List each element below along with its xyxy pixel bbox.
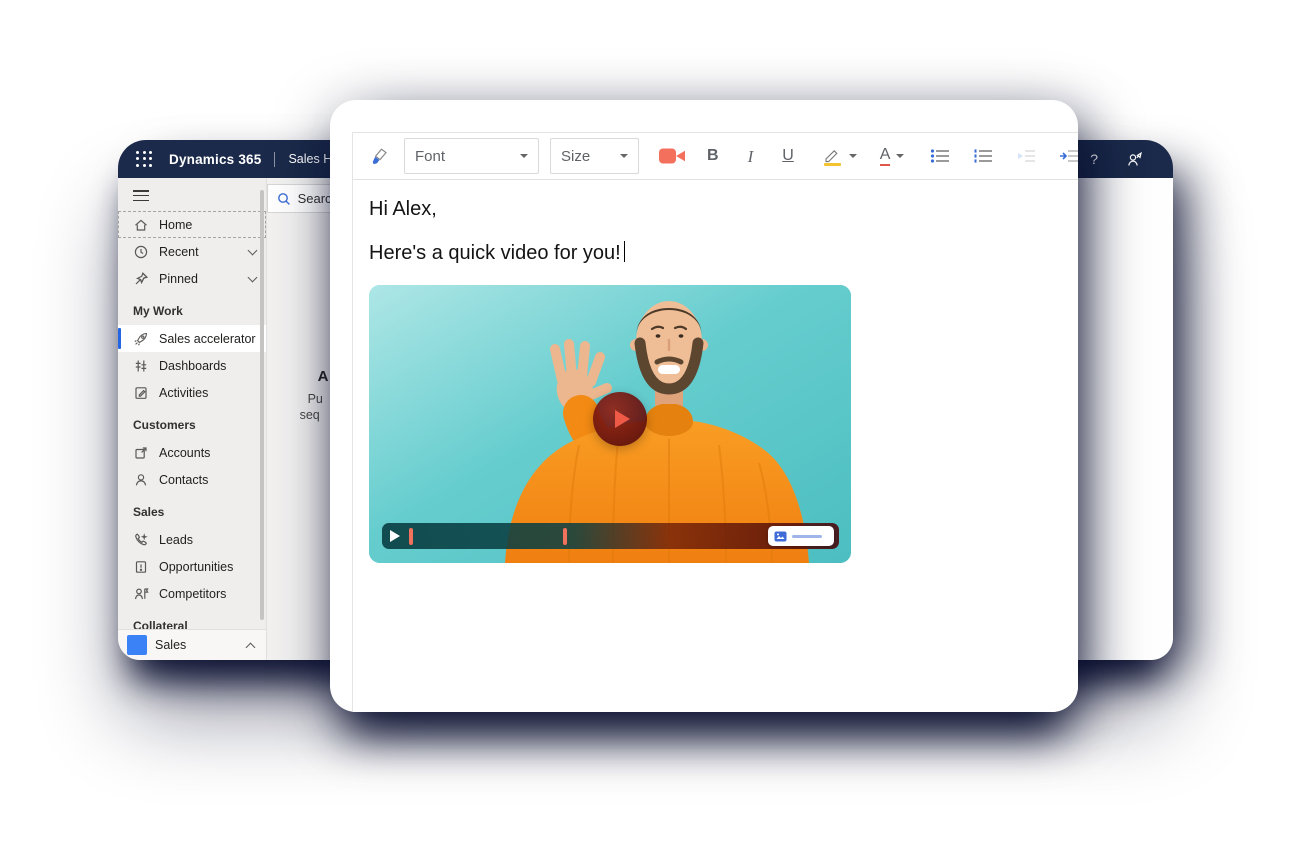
font-size-dropdown[interactable]: Size: [550, 138, 639, 174]
font-color-letter: A: [880, 146, 891, 167]
feedback-icon[interactable]: [1126, 151, 1143, 168]
topbar-actions: ?: [1090, 151, 1143, 168]
email-message: Here's a quick video for you!: [369, 241, 1078, 266]
obscured-heading-fragment: A: [318, 368, 329, 385]
video-control-bar[interactable]: [382, 523, 839, 549]
sidebar-item-label: Activities: [159, 386, 208, 400]
sidebar-item-label: Competitors: [159, 587, 226, 601]
highlight-color-button[interactable]: [821, 146, 857, 166]
sidebar-section-customers: Customers: [118, 406, 266, 439]
sidebar-section-sales: Sales: [118, 493, 266, 526]
bullet-list-button[interactable]: [930, 148, 950, 164]
obscured-text-fragment: seq: [300, 408, 320, 422]
text-cursor: [624, 241, 626, 262]
sidebar-item-label: Pinned: [159, 272, 198, 286]
clock-icon: [133, 244, 149, 260]
rocket-icon: [133, 331, 149, 347]
area-switcher-label: Sales: [155, 638, 186, 652]
sidebar-item-label: Recent: [159, 245, 199, 259]
player-play-icon: [390, 530, 400, 542]
pin-icon: [133, 271, 149, 287]
sidebar-item-label: Sales accelerator: [159, 332, 256, 346]
font-size-value: Size: [561, 148, 590, 165]
sidebar-item-activities[interactable]: Activities: [118, 379, 266, 406]
chevron-down-icon: [620, 154, 628, 158]
image-icon: [774, 531, 787, 542]
indent-button[interactable]: [1059, 148, 1078, 164]
help-icon[interactable]: ?: [1090, 151, 1098, 167]
chevron-down-icon: [247, 245, 257, 255]
sidebar-section-my-work: My Work: [118, 292, 266, 325]
clipboard-pencil-icon: [133, 385, 149, 401]
leads-icon: [133, 532, 149, 548]
outdent-button[interactable]: [1016, 148, 1036, 164]
area-app-icon: [127, 635, 147, 655]
topbar-divider: [274, 152, 275, 167]
editor-toolbar: Font Size B I U: [353, 133, 1078, 180]
search-icon: [277, 192, 291, 206]
video-play-button[interactable]: [593, 392, 647, 446]
thumbnail-preview-chip[interactable]: [768, 526, 834, 546]
competitors-icon: [133, 586, 149, 602]
chevron-down-icon: [520, 154, 528, 158]
sidebar-item-opportunities[interactable]: Opportunities: [118, 553, 266, 580]
embedded-video-player[interactable]: [369, 285, 851, 563]
bold-button[interactable]: B: [707, 148, 719, 164]
underline-button[interactable]: U: [782, 148, 794, 164]
sidebar-item-competitors[interactable]: Competitors: [118, 580, 266, 607]
waffle-icon[interactable]: [136, 151, 153, 168]
accounts-icon: [133, 445, 149, 461]
sidebar-item-contacts[interactable]: Contacts: [118, 466, 266, 493]
sidebar-scrollbar[interactable]: [260, 190, 264, 620]
sidebar-item-dashboards[interactable]: Dashboards: [118, 352, 266, 379]
font-family-dropdown[interactable]: Font: [404, 138, 539, 174]
contact-icon: [133, 472, 149, 488]
sidebar-item-pinned[interactable]: Pinned: [118, 265, 266, 292]
sidebar-item-recent[interactable]: Recent: [118, 238, 266, 265]
sidebar-item-label: Accounts: [159, 446, 210, 460]
obscured-text-fragment: Pu: [308, 392, 323, 406]
timeline-marker: [563, 528, 567, 545]
sidebar-item-label: Contacts: [159, 473, 208, 487]
sidebar-item-home[interactable]: Home: [118, 211, 266, 238]
email-body-editable[interactable]: Hi Alex, Here's a quick video for you!: [353, 180, 1078, 563]
italic-button[interactable]: I: [748, 148, 754, 165]
sitemap-toggle-icon[interactable]: [133, 190, 149, 201]
insert-video-button[interactable]: [658, 146, 686, 166]
sidebar-item-label: Home: [159, 218, 192, 232]
sidebar-item-sales-accelerator[interactable]: Sales accelerator: [118, 325, 266, 352]
format-painter-button[interactable]: [369, 146, 390, 167]
dashboards-icon: [133, 358, 149, 374]
font-color-button[interactable]: A: [880, 146, 905, 167]
timeline-marker: [409, 528, 413, 545]
app-brand: Dynamics 365: [169, 152, 261, 167]
email-greeting: Hi Alex,: [369, 197, 1078, 222]
opportunities-icon: [133, 559, 149, 575]
chevron-up-icon: [245, 642, 255, 652]
sidebar-item-accounts[interactable]: Accounts: [118, 439, 266, 466]
sitemap-sidebar: Home Recent Pinned My Work: [118, 178, 267, 660]
chevron-down-icon: [896, 154, 904, 158]
sidebar-item-label: Dashboards: [159, 359, 226, 373]
chevron-down-icon: [849, 154, 857, 158]
rich-text-editor: Font Size B I U: [352, 132, 1078, 712]
play-icon: [615, 410, 630, 428]
sidebar-item-label: Leads: [159, 533, 193, 547]
area-switcher[interactable]: Sales: [118, 629, 266, 660]
numbered-list-button[interactable]: [973, 148, 993, 164]
font-family-value: Font: [415, 148, 445, 165]
chip-caption-line: [792, 535, 822, 538]
home-icon: [133, 217, 149, 233]
chevron-down-icon: [247, 272, 257, 282]
sidebar-item-leads[interactable]: Leads: [118, 526, 266, 553]
email-composer-card: Font Size B I U: [330, 100, 1078, 712]
sidebar-item-label: Opportunities: [159, 560, 233, 574]
